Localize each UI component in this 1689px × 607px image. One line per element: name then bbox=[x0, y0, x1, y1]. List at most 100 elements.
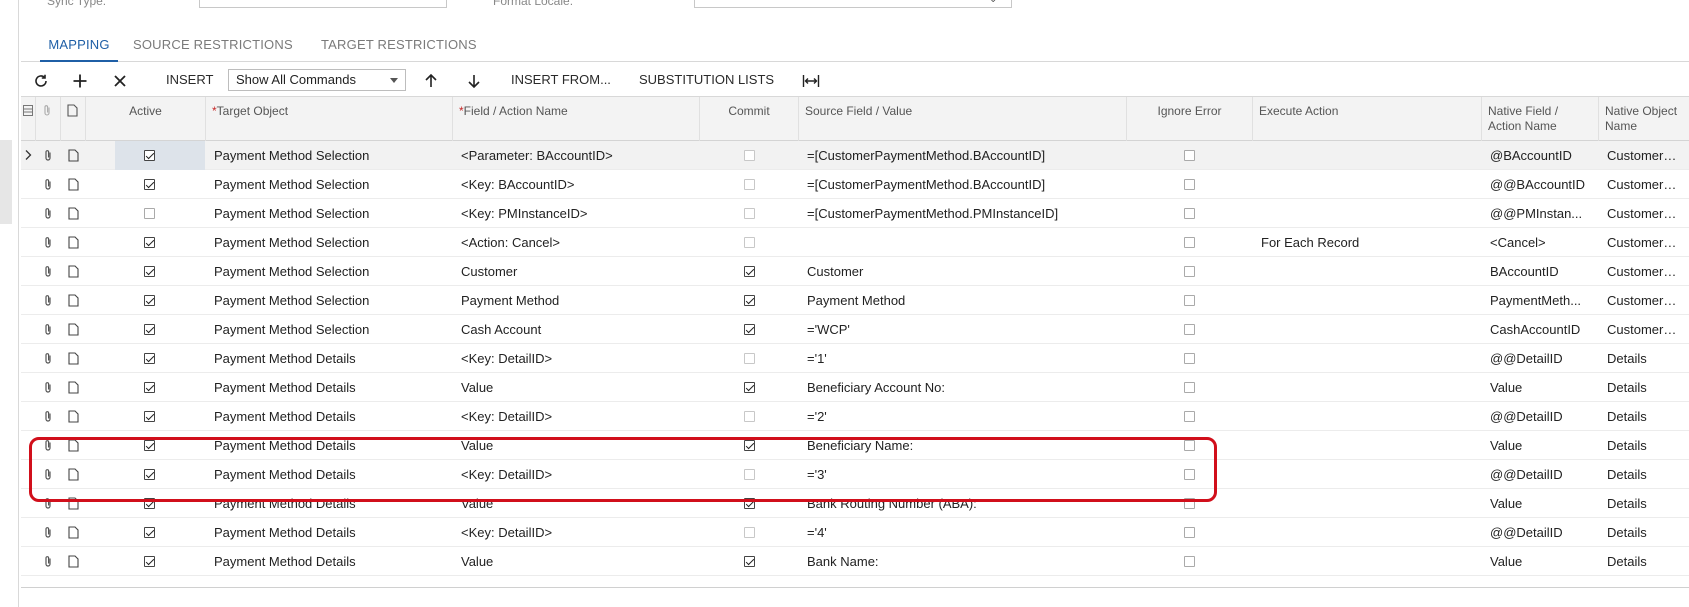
execute-action-cell[interactable] bbox=[1253, 518, 1482, 547]
source-field-cell[interactable]: Beneficiary Name: bbox=[799, 431, 1127, 460]
target-object-cell[interactable]: Payment Method Details bbox=[206, 373, 453, 402]
ignore-error-checkbox[interactable] bbox=[1184, 150, 1195, 161]
native-field-cell[interactable]: BAccountID bbox=[1482, 257, 1599, 286]
table-row[interactable]: Payment Method Selection <Action: Cancel>… bbox=[21, 228, 1689, 257]
target-object-cell[interactable]: Payment Method Selection bbox=[206, 228, 453, 257]
commit-checkbox[interactable] bbox=[744, 440, 755, 451]
substitution-lists-button[interactable]: SUBSTITUTION LISTS bbox=[639, 63, 774, 97]
active-checkbox[interactable] bbox=[144, 498, 155, 509]
note-icon[interactable] bbox=[68, 178, 79, 194]
source-field-cell[interactable]: =[CustomerPaymentMethod.BAccountID] bbox=[799, 170, 1127, 199]
paperclip-icon[interactable] bbox=[43, 265, 53, 281]
active-header[interactable]: Active bbox=[86, 97, 206, 141]
source-field-cell[interactable]: Customer bbox=[799, 257, 1127, 286]
commit-checkbox[interactable] bbox=[744, 353, 755, 364]
field-action-cell[interactable]: Value bbox=[453, 431, 700, 460]
source-field-cell[interactable]: ='WCP' bbox=[799, 315, 1127, 344]
ignore-error-checkbox[interactable] bbox=[1184, 498, 1195, 509]
native-object-cell[interactable]: CustomerPay... bbox=[1599, 228, 1689, 257]
execute-action-cell[interactable] bbox=[1253, 460, 1482, 489]
target-object-cell[interactable]: Payment Method Selection bbox=[206, 286, 453, 315]
note-icon[interactable] bbox=[68, 265, 79, 281]
native-field-cell[interactable]: @@DetailID bbox=[1482, 402, 1599, 431]
native-object-cell[interactable]: CustomerPay... bbox=[1599, 199, 1689, 228]
table-row[interactable]: Payment Method Selection Cash Account ='WC… bbox=[21, 315, 1689, 344]
ignore-error-checkbox[interactable] bbox=[1184, 353, 1195, 364]
commit-checkbox[interactable] bbox=[744, 556, 755, 567]
execute-action-cell[interactable] bbox=[1253, 141, 1482, 170]
target-object-cell[interactable]: Payment Method Selection bbox=[206, 141, 453, 170]
tab-target-restrictions[interactable]: TARGET RESTRICTIONS bbox=[321, 34, 477, 62]
native-field-header[interactable]: Native Field / Action Name bbox=[1482, 97, 1599, 141]
target-object-cell[interactable]: Payment Method Details bbox=[206, 402, 453, 431]
source-field-cell[interactable]: ='2' bbox=[799, 402, 1127, 431]
commit-checkbox[interactable] bbox=[744, 498, 755, 509]
target-object-cell[interactable]: Payment Method Details bbox=[206, 431, 453, 460]
active-checkbox[interactable] bbox=[144, 324, 155, 335]
execute-action-cell[interactable] bbox=[1253, 199, 1482, 228]
native-object-cell[interactable]: CustomerPay... bbox=[1599, 286, 1689, 315]
note-icon[interactable] bbox=[68, 236, 79, 252]
native-field-cell[interactable]: @BAccountID bbox=[1482, 141, 1599, 170]
target-object-header[interactable]: *Target Object bbox=[206, 97, 453, 141]
note-icon[interactable] bbox=[68, 526, 79, 542]
command-filter-select[interactable]: Show All Commands bbox=[228, 69, 406, 91]
commit-checkbox[interactable] bbox=[744, 527, 755, 538]
native-field-cell[interactable]: Value bbox=[1482, 373, 1599, 402]
field-action-header[interactable]: *Field / Action Name bbox=[453, 97, 700, 141]
note-icon[interactable] bbox=[68, 149, 79, 165]
paperclip-icon[interactable] bbox=[43, 468, 53, 484]
execute-action-cell[interactable] bbox=[1253, 373, 1482, 402]
commit-checkbox[interactable] bbox=[744, 295, 755, 306]
add-icon[interactable] bbox=[72, 63, 88, 97]
paperclip-icon[interactable] bbox=[43, 149, 53, 165]
native-object-cell[interactable]: Details bbox=[1599, 547, 1689, 576]
active-checkbox[interactable] bbox=[144, 469, 155, 480]
source-field-cell[interactable]: Payment Method bbox=[799, 286, 1127, 315]
target-object-cell[interactable]: Payment Method Selection bbox=[206, 315, 453, 344]
field-action-cell[interactable]: Value bbox=[453, 373, 700, 402]
active-checkbox[interactable] bbox=[144, 266, 155, 277]
table-row[interactable]: Payment Method Details <Key: DetailID> ='1… bbox=[21, 344, 1689, 373]
target-object-cell[interactable]: Payment Method Details bbox=[206, 460, 453, 489]
grid-settings-icon[interactable] bbox=[23, 105, 33, 119]
execute-action-cell[interactable] bbox=[1253, 431, 1482, 460]
paperclip-icon[interactable] bbox=[43, 497, 53, 513]
source-field-cell[interactable]: ='4' bbox=[799, 518, 1127, 547]
format-locale-field[interactable] bbox=[694, 0, 1012, 8]
native-object-cell[interactable]: Details bbox=[1599, 431, 1689, 460]
ignore-error-checkbox[interactable] bbox=[1184, 469, 1195, 480]
note-icon[interactable] bbox=[68, 410, 79, 426]
source-field-cell[interactable]: Bank Routing Number (ABA): bbox=[799, 489, 1127, 518]
ignore-error-checkbox[interactable] bbox=[1184, 295, 1195, 306]
ignore-error-checkbox[interactable] bbox=[1184, 208, 1195, 219]
source-field-cell[interactable]: Bank Name: bbox=[799, 547, 1127, 576]
note-icon[interactable] bbox=[68, 207, 79, 223]
execute-action-cell[interactable] bbox=[1253, 344, 1482, 373]
table-row[interactable]: Payment Method Details <Key: DetailID> ='3… bbox=[21, 460, 1689, 489]
field-action-cell[interactable]: <Key: DetailID> bbox=[453, 460, 700, 489]
target-object-cell[interactable]: Payment Method Details bbox=[206, 547, 453, 576]
note-icon[interactable] bbox=[68, 323, 79, 339]
paperclip-icon[interactable] bbox=[43, 178, 53, 194]
ignore-error-checkbox[interactable] bbox=[1184, 411, 1195, 422]
target-object-cell[interactable]: Payment Method Selection bbox=[206, 257, 453, 286]
native-object-cell[interactable]: Details bbox=[1599, 518, 1689, 547]
active-checkbox[interactable] bbox=[144, 556, 155, 567]
table-row[interactable]: Payment Method Selection Customer Customer… bbox=[21, 257, 1689, 286]
note-icon[interactable] bbox=[68, 468, 79, 484]
delete-icon[interactable] bbox=[113, 63, 127, 97]
table-row[interactable]: Payment Method Selection <Parameter: BAcc… bbox=[21, 141, 1689, 170]
active-checkbox[interactable] bbox=[144, 179, 155, 190]
paperclip-icon[interactable] bbox=[43, 323, 53, 339]
execute-action-header[interactable]: Execute Action bbox=[1253, 97, 1482, 141]
field-action-cell[interactable]: <Key: DetailID> bbox=[453, 518, 700, 547]
execute-action-cell[interactable] bbox=[1253, 315, 1482, 344]
move-down-icon[interactable] bbox=[467, 63, 481, 97]
native-object-cell[interactable]: Details bbox=[1599, 489, 1689, 518]
fit-columns-icon[interactable] bbox=[802, 63, 820, 97]
field-action-cell[interactable]: <Key: DetailID> bbox=[453, 344, 700, 373]
commit-checkbox[interactable] bbox=[744, 266, 755, 277]
note-icon[interactable] bbox=[68, 439, 79, 455]
table-row[interactable]: Payment Method Details Value Bank Routing … bbox=[21, 489, 1689, 518]
